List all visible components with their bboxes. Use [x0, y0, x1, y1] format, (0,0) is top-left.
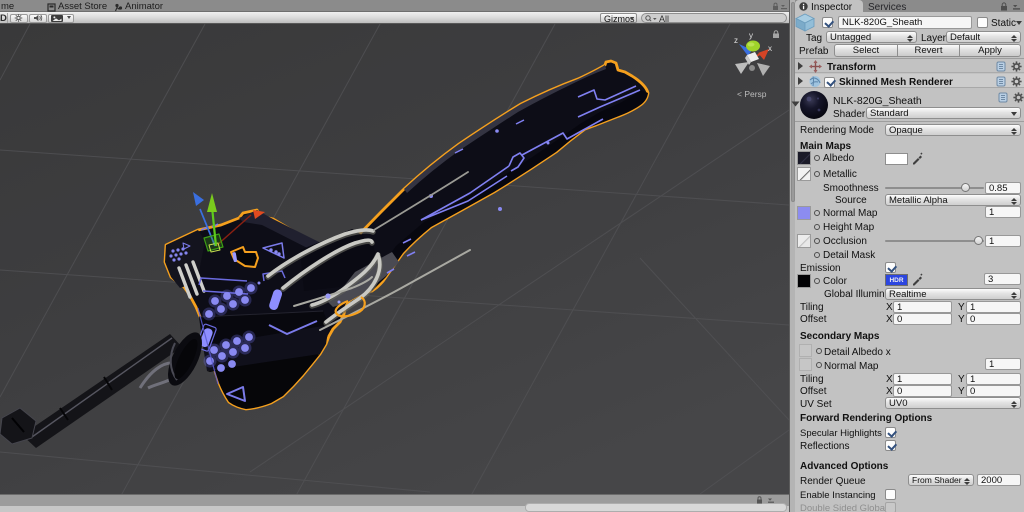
svg-text:x: x: [768, 44, 772, 53]
svg-text:z: z: [734, 36, 738, 45]
svg-text:< Persp: < Persp: [737, 89, 767, 99]
svg-text:y: y: [749, 31, 753, 40]
